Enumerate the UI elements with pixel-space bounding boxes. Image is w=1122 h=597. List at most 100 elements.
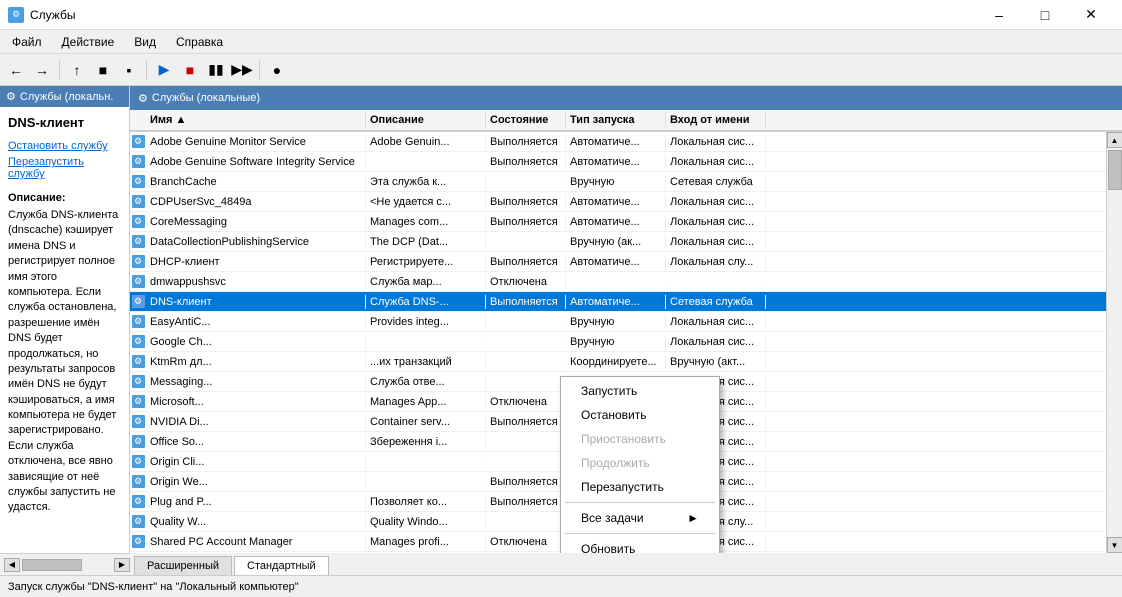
cell-status: Выполняется: [486, 475, 566, 489]
cell-status: Выполняется: [486, 415, 566, 429]
context-menu-item[interactable]: Перезапустить: [561, 475, 719, 499]
h-scroll-track[interactable]: [20, 558, 114, 572]
description-label: Описание:: [8, 192, 121, 204]
context-menu-item[interactable]: Запустить: [561, 379, 719, 403]
table-row[interactable]: ⚙ CDPUserSvc_4849a <Не удается с... Выпо…: [130, 192, 1106, 212]
left-panel-title: Службы (локальн.: [20, 91, 114, 103]
table-row[interactable]: ⚙ Adobe Genuine Software Integrity Servi…: [130, 152, 1106, 172]
toolbar-show-hide[interactable]: ■: [91, 58, 115, 82]
maximize-button[interactable]: □: [1022, 0, 1068, 30]
row-icon-cell: ⚙: [130, 515, 146, 528]
toolbar-btn3[interactable]: ▪: [117, 58, 141, 82]
minimize-button[interactable]: –: [976, 0, 1022, 30]
vertical-scrollbar[interactable]: ▲ ▼: [1106, 132, 1122, 553]
window-controls: – □ ✕: [976, 0, 1114, 30]
cell-status: [486, 321, 566, 323]
context-separator: [565, 533, 715, 534]
restart-service-link[interactable]: Перезапустить службу: [8, 156, 121, 180]
cell-status: Выполняется: [486, 135, 566, 149]
cell-desc: Эта служба к...: [366, 175, 486, 189]
col-header-name[interactable]: Имя ▲: [146, 112, 366, 128]
row-icon-cell: ⚙: [130, 475, 146, 488]
tab-расширенный[interactable]: Расширенный: [134, 556, 232, 575]
cell-status: Отключена: [486, 535, 566, 549]
table-row[interactable]: ⚙ dmwappushsvc Служба мар... Отключена: [130, 272, 1106, 292]
cell-startup: Автоматиче...: [566, 155, 666, 169]
table-row[interactable]: ⚙ BranchCache Эта служба к... Вручную Се…: [130, 172, 1106, 192]
row-icon-cell: ⚙: [130, 535, 146, 548]
cell-desc: [366, 161, 486, 163]
menu-file[interactable]: Файл: [4, 33, 50, 51]
tab-стандартный[interactable]: Стандартный: [234, 556, 329, 575]
table-row[interactable]: ⚙ DataCollectionPublishingService The DC…: [130, 232, 1106, 252]
tabs-bar: РасширенныйСтандартный: [130, 553, 1122, 575]
table-row[interactable]: ⚙ DNS-клиент Служба DNS-... Выполняется …: [130, 292, 1106, 312]
row-icon-cell: ⚙: [130, 155, 146, 168]
service-row-icon: ⚙: [132, 195, 145, 208]
cell-logon: Вручную (акт...: [666, 355, 766, 369]
scroll-down-button[interactable]: ▼: [1107, 537, 1122, 553]
service-row-icon: ⚙: [132, 155, 145, 168]
cell-desc: ...их транзакций: [366, 355, 486, 369]
table-row[interactable]: ⚙ CoreMessaging Manages com... Выполняет…: [130, 212, 1106, 232]
cell-startup: Автоматиче...: [566, 195, 666, 209]
cell-name: dmwappushsvc: [146, 275, 366, 289]
h-scroll-right[interactable]: ▶: [114, 558, 130, 572]
toolbar-stop[interactable]: ■: [178, 58, 202, 82]
toolbar-properties[interactable]: ●: [265, 58, 289, 82]
service-row-icon: ⚙: [132, 395, 145, 408]
stop-service-link[interactable]: Остановить службу: [8, 140, 121, 152]
toolbar-btn4[interactable]: ▶: [152, 58, 176, 82]
table-row[interactable]: ⚙ Google Ch... Вручную Локальная сис...: [130, 332, 1106, 352]
table-row[interactable]: ⚙ DHCP-клиент Регистрируете... Выполняет…: [130, 252, 1106, 272]
cell-desc: Служба DNS-...: [366, 295, 486, 309]
close-button[interactable]: ✕: [1068, 0, 1114, 30]
scroll-up-button[interactable]: ▲: [1107, 132, 1122, 148]
cell-name: KtmRm дл...: [146, 355, 366, 369]
selected-service-name: DNS-клиент: [8, 115, 121, 130]
toolbar-back[interactable]: ←: [4, 58, 28, 82]
cell-desc: Manages App...: [366, 395, 486, 409]
cell-status: [486, 461, 566, 463]
toolbar-pause[interactable]: ▮▮: [204, 58, 228, 82]
table-row[interactable]: ⚙ EasyAntiC... Provides integ... Вручную…: [130, 312, 1106, 332]
cell-logon: Локальная сис...: [666, 135, 766, 149]
col-header-logon[interactable]: Вход от имени: [666, 112, 766, 128]
context-menu-item: Приостановить: [561, 427, 719, 451]
scroll-thumb[interactable]: [1108, 150, 1122, 190]
cell-name: Microsoft...: [146, 395, 366, 409]
cell-name: BranchCache: [146, 175, 366, 189]
cell-startup: Вручную: [566, 315, 666, 329]
cell-name: Shared PC Account Manager: [146, 535, 366, 549]
toolbar-up[interactable]: ↑: [65, 58, 89, 82]
cell-desc: [366, 341, 486, 343]
h-scroll-thumb[interactable]: [22, 559, 82, 571]
h-scroll-left[interactable]: ◀: [4, 558, 20, 572]
scroll-track[interactable]: [1107, 148, 1122, 537]
service-row-icon: ⚙: [132, 315, 145, 328]
context-separator: [565, 502, 715, 503]
menu-view[interactable]: Вид: [126, 33, 164, 51]
cell-desc: Регистрируете...: [366, 255, 486, 269]
col-header-status[interactable]: Состояние: [486, 112, 566, 128]
left-panel-icon: ⚙: [6, 90, 16, 103]
context-menu-item[interactable]: Все задачи►: [561, 506, 719, 530]
service-row-icon: ⚙: [132, 295, 145, 308]
toolbar-forward[interactable]: →: [30, 58, 54, 82]
right-panel-icon: ⚙: [138, 92, 148, 105]
table-row[interactable]: ⚙ KtmRm дл... ...их транзакций Координир…: [130, 352, 1106, 372]
context-menu-item[interactable]: Остановить: [561, 403, 719, 427]
service-row-icon: ⚙: [132, 335, 145, 348]
cell-status: Выполняется: [486, 155, 566, 169]
cell-name: Plug and P...: [146, 495, 366, 509]
menu-help[interactable]: Справка: [168, 33, 231, 51]
col-header-desc[interactable]: Описание: [366, 112, 486, 128]
cell-logon: Локальная сис...: [666, 215, 766, 229]
cell-name: Messaging...: [146, 375, 366, 389]
menu-action[interactable]: Действие: [54, 33, 123, 51]
service-row-icon: ⚙: [132, 255, 145, 268]
table-row[interactable]: ⚙ Adobe Genuine Monitor Service Adobe Ge…: [130, 132, 1106, 152]
context-menu-item[interactable]: Обновить: [561, 537, 719, 553]
toolbar-resume[interactable]: ▶▶: [230, 58, 254, 82]
col-header-startup[interactable]: Тип запуска: [566, 112, 666, 128]
